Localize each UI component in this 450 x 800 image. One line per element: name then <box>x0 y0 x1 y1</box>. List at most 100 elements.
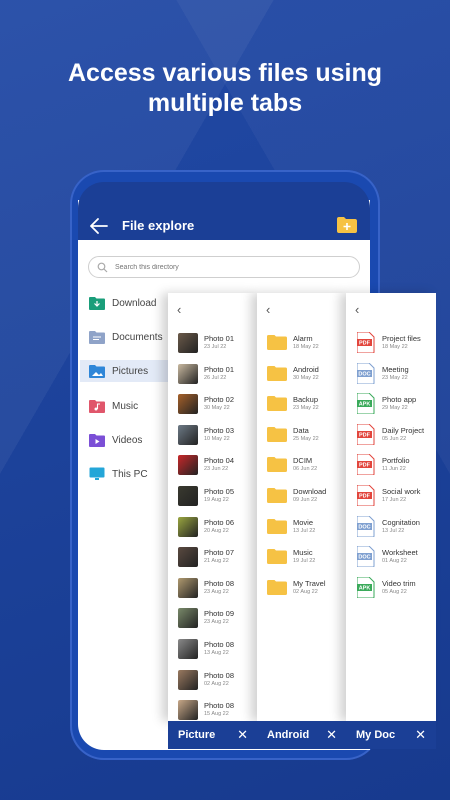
photo-thumbnail <box>178 394 198 415</box>
list-item[interactable]: Photo 05 19 Aug 22 <box>168 482 258 510</box>
close-icon[interactable]: ✕ <box>415 727 426 743</box>
list-item[interactable]: Photo 08 23 Aug 22 <box>168 574 258 602</box>
item-date: 23 Aug 22 <box>204 588 229 595</box>
list-item[interactable]: DCIM 06 Jun 22 <box>257 451 347 479</box>
sidebar-item-label: This PC <box>112 468 148 480</box>
tab-label: Picture <box>178 729 216 741</box>
list-item[interactable]: Photo 09 23 Aug 22 <box>168 604 258 632</box>
pdf-file-icon: PDF <box>357 332 375 353</box>
download-folder-icon <box>89 297 105 310</box>
list-item[interactable]: Photo 06 20 Aug 22 <box>168 513 258 541</box>
item-date: 05 Jun 22 <box>382 435 407 442</box>
tab-android[interactable]: Android ✕ <box>257 721 347 749</box>
panel-back-icon[interactable]: ‹ <box>355 302 359 317</box>
svg-text:PDF: PDF <box>359 494 371 500</box>
close-icon[interactable]: ✕ <box>237 727 248 743</box>
list-item[interactable]: DOC Worksheet 01 Aug 22 <box>346 543 436 571</box>
folder-icon <box>267 335 287 350</box>
item-name: Photo 08 <box>204 701 235 711</box>
photo-thumbnail <box>178 455 198 476</box>
panel-back-icon[interactable]: ‹ <box>177 302 181 317</box>
list-item[interactable]: PDF Social work 17 Jun 22 <box>346 482 436 510</box>
list-item[interactable]: Alarm 18 May 22 <box>257 329 347 357</box>
item-date: 29 May 22 <box>382 405 408 412</box>
list-item[interactable]: APK Video trim 05 Aug 22 <box>346 574 436 602</box>
list-item[interactable]: Photo 08 02 Aug 22 <box>168 666 258 694</box>
item-date: 18 May 22 <box>382 344 408 350</box>
headline-line-2: multiple tabs <box>147 89 303 117</box>
item-date: 05 Aug 22 <box>382 588 407 595</box>
item-name: Photo 04 <box>204 456 235 466</box>
list-item[interactable]: PDF Project files 18 May 22 <box>346 329 436 357</box>
list-item[interactable]: PDF Portfolio 11 Jun 22 <box>346 451 436 479</box>
item-date: 13 Jul 22 <box>382 527 405 534</box>
list-item[interactable]: Photo 02 30 May 22 <box>168 390 258 418</box>
photo-thumbnail <box>178 547 198 568</box>
list-item[interactable]: Photo 01 23 Jul 22 <box>168 329 258 357</box>
back-arrow-icon[interactable] <box>90 218 108 234</box>
doc-file-icon: DOC <box>357 546 375 568</box>
item-date: 18 May 22 <box>293 344 319 350</box>
list-item[interactable]: PDF Daily Project 05 Jun 22 <box>346 421 436 449</box>
svg-text:DOC: DOC <box>358 371 370 377</box>
folder-icon <box>267 579 287 595</box>
pdf-file-icon: PDF <box>357 454 375 476</box>
item-name: Android <box>293 364 319 374</box>
list-item[interactable]: Music 19 Jul 22 <box>257 543 347 571</box>
search-input[interactable] <box>115 260 345 275</box>
item-date: 11 Jun 22 <box>382 466 406 473</box>
add-folder-icon[interactable] <box>336 216 358 234</box>
item-name: Project files <box>382 334 421 343</box>
item-name: My Travel <box>293 578 326 588</box>
list-item[interactable]: Data 25 May 22 <box>257 421 347 449</box>
list-item[interactable]: DOC Meeting 23 May 22 <box>346 360 436 388</box>
item-date: 13 Aug 22 <box>204 650 229 656</box>
item-date: 17 Jun 22 <box>382 497 407 503</box>
apk-file-icon: APK <box>357 393 375 415</box>
list-item[interactable]: Photo 08 13 Aug 22 <box>168 635 258 663</box>
folder-icon <box>267 396 287 412</box>
item-date: 19 Jul 22 <box>293 558 316 565</box>
tab-picture[interactable]: Picture ✕ <box>168 721 258 749</box>
item-name: Cognitation <box>382 517 420 527</box>
item-date: 26 Jul 22 <box>204 374 227 381</box>
item-date: 19 Aug 22 <box>204 497 229 503</box>
sidebar-item-label: Music <box>112 400 139 412</box>
doc-file-icon: DOC <box>357 362 375 384</box>
list-item[interactable]: Download 09 Jun 22 <box>257 482 347 510</box>
music-folder-icon <box>89 400 105 413</box>
item-name: Social work <box>382 487 421 496</box>
videos-folder-icon <box>89 434 105 447</box>
list-item[interactable]: My Travel 02 Aug 22 <box>257 574 347 602</box>
svg-text:PDF: PDF <box>359 463 371 469</box>
close-icon[interactable]: ✕ <box>326 727 337 743</box>
tab-my-doc[interactable]: My Doc ✕ <box>346 721 436 749</box>
svg-text:DOC: DOC <box>358 524 370 530</box>
list-item[interactable]: Photo 07 21 Aug 22 <box>168 543 258 571</box>
item-name: Photo 01 <box>204 334 235 343</box>
list-item[interactable]: Movie 13 Jul 22 <box>257 513 347 541</box>
list-item[interactable]: APK Photo app 29 May 22 <box>346 390 436 418</box>
monitor-icon <box>89 467 105 480</box>
headline: Access various files using multiple tabs <box>0 58 450 118</box>
search-bar[interactable] <box>88 256 360 278</box>
list-item[interactable]: Photo 04 23 Jun 22 <box>168 451 258 479</box>
sidebar-item-label: Videos <box>112 434 143 446</box>
list-item[interactable]: Photo 03 10 May 22 <box>168 421 258 449</box>
tab-label: My Doc <box>356 729 396 741</box>
panel-back-icon[interactable]: ‹ <box>266 302 270 317</box>
item-name: Photo 02 <box>204 395 235 405</box>
list-item[interactable]: Backup 23 May 22 <box>257 390 347 418</box>
photo-thumbnail <box>178 577 198 598</box>
list-item[interactable]: Photo 08 15 Aug 22 <box>168 696 258 721</box>
pdf-file-icon: PDF <box>357 485 375 506</box>
photo-thumbnail <box>178 639 198 659</box>
list-item[interactable]: Photo 01 26 Jul 22 <box>168 360 258 388</box>
list-item[interactable]: DOC Cognitation 13 Jul 22 <box>346 513 436 541</box>
item-name: Photo 08 <box>204 640 235 649</box>
list-item[interactable]: Android 30 May 22 <box>257 360 347 388</box>
doc-file-icon: DOC <box>357 515 375 537</box>
folder-icon <box>267 549 287 565</box>
tab-label: Android <box>267 729 310 741</box>
svg-text:PDF: PDF <box>359 341 371 347</box>
